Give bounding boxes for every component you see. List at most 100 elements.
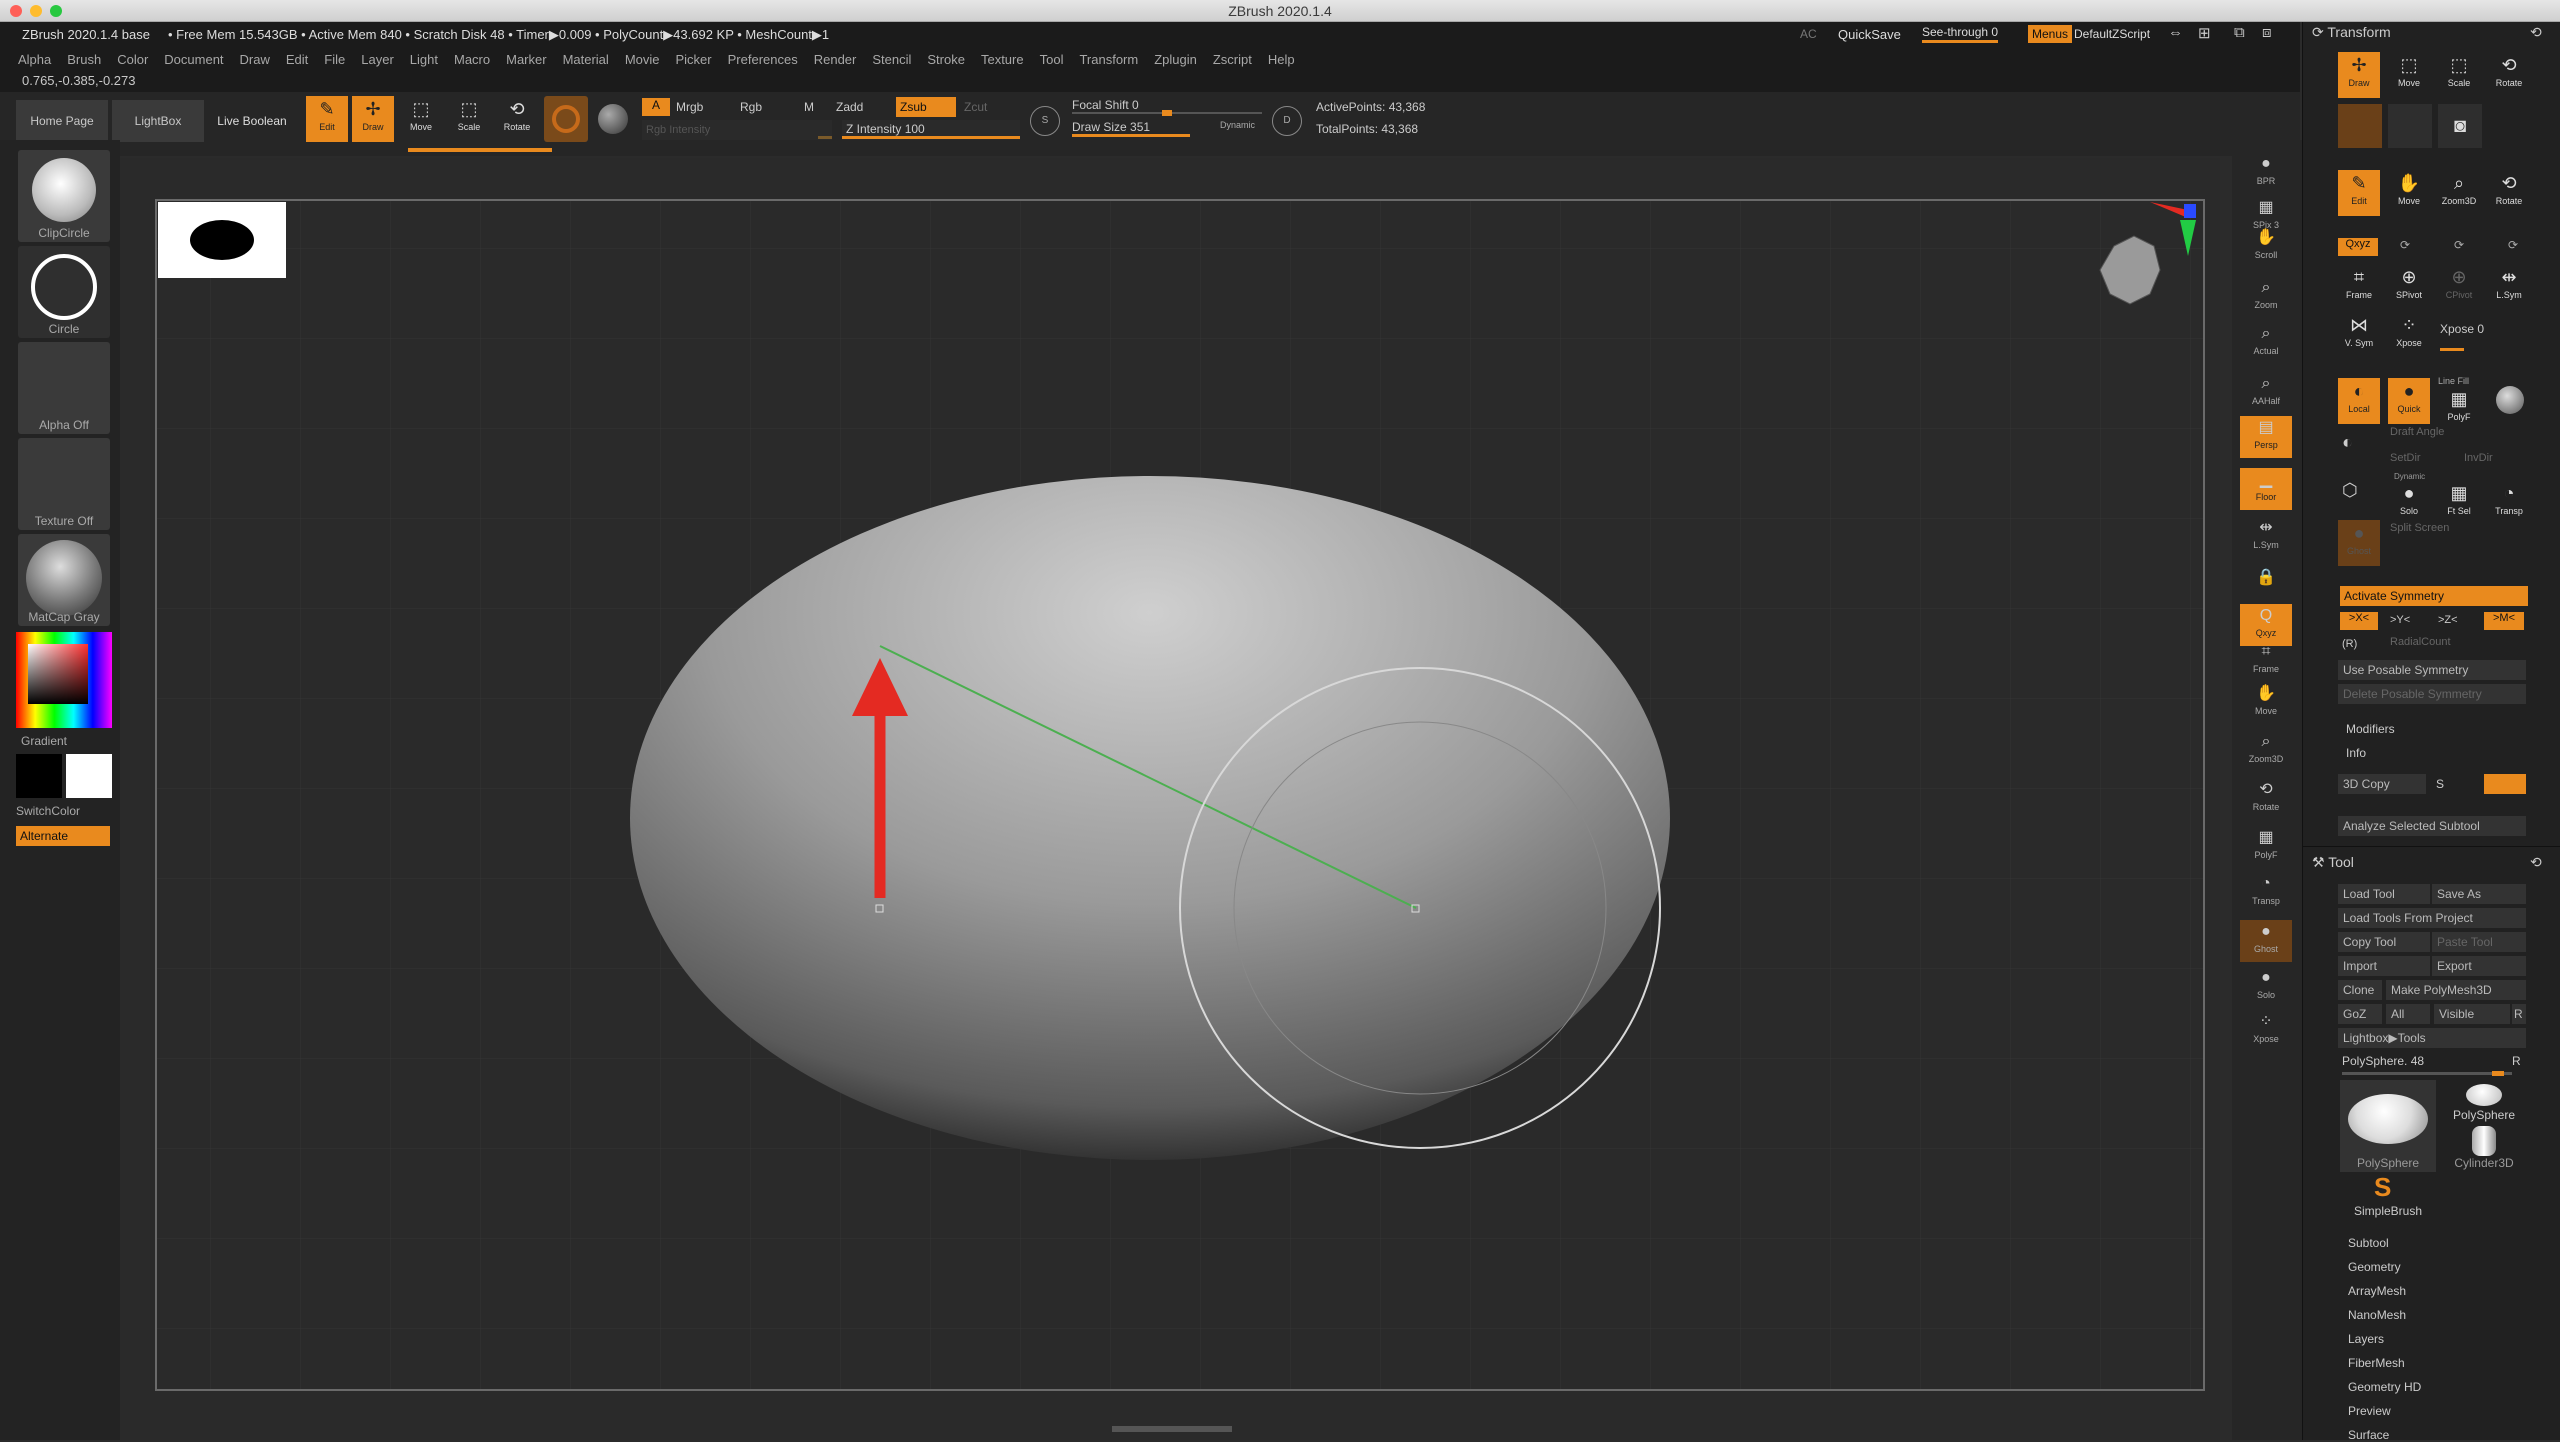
layout-arrows-icon[interactable]: ⇔ [2168,24,2183,41]
lsym-shelf-button[interactable]: ⇹ L.Sym [2240,516,2292,558]
menu-macro[interactable]: Macro [454,52,490,67]
cpivot-button[interactable]: ⊕ CPivot [2438,264,2480,310]
edit-mode-button[interactable]: ✎ Edit [306,96,348,142]
draw-mode-button[interactable]: ✢ Draw [352,96,394,142]
zoom3d-shelf-button[interactable]: ⌕ Zoom3D [2240,730,2292,772]
transp-toggle[interactable]: ◔ Transp [2488,480,2530,526]
menu-brush[interactable]: Brush [67,52,101,67]
solo-toggle[interactable]: ● Solo [2388,480,2430,526]
import-button[interactable]: Import [2338,956,2430,976]
mrgb-toggle[interactable]: Mrgb [676,100,703,114]
color-sphere-button[interactable] [598,104,628,134]
zadd-toggle[interactable]: Zadd [836,100,863,114]
menu-tool[interactable]: Tool [1040,52,1064,67]
actual-shelf-button[interactable]: ⌕ Actual [2240,322,2292,364]
transform-palette-header[interactable]: ⟳ Transform [2312,24,2391,41]
camera-icon[interactable]: ◙ [2438,104,2482,148]
menu-zscript[interactable]: Zscript [1213,52,1252,67]
y-symmetry-toggle[interactable]: >Y< [2390,614,2410,626]
zsub-toggle[interactable]: Zsub [896,97,956,117]
goz-all-button[interactable]: All [2386,1004,2430,1024]
use-posable-symmetry-button[interactable]: Use Posable Symmetry [2338,660,2526,680]
save-as-button[interactable]: Save As [2432,884,2526,904]
see-through-slider[interactable]: See-through 0 [1922,25,1999,43]
menu-preferences[interactable]: Preferences [728,52,798,67]
tool-section-fibermesh[interactable]: FiberMesh [2348,1356,2405,1370]
activate-symmetry-toggle[interactable]: Activate Symmetry [2340,586,2528,606]
copy-tool-button[interactable]: Copy Tool [2338,932,2430,952]
xyz-toggle[interactable]: Qxyz [2338,238,2378,256]
3d-copy-s-toggle[interactable]: S [2436,777,2444,791]
transp-shelf-button[interactable]: ◔ Transp [2240,872,2292,914]
y-axis-icon[interactable]: ⟳ [2400,238,2410,252]
menus-toggle[interactable]: Menus [2028,25,2073,43]
frame-shelf-button[interactable]: ⌗ Frame [2240,640,2292,682]
dynamic-toggle[interactable]: Dynamic [1220,120,1255,130]
linefill-shelf-button[interactable]: ▦ PolyF [2240,826,2292,868]
menu-render[interactable]: Render [814,52,857,67]
x-axis-icon[interactable]: ⟳ [2508,238,2518,252]
cube-icon[interactable]: ⬡ [2342,480,2358,501]
menu-zplugin[interactable]: Zplugin [1154,52,1197,67]
menu-marker[interactable]: Marker [506,52,546,67]
panel-zoom3d-button[interactable]: ⌕ Zoom3D [2438,170,2480,216]
ac-toggle[interactable]: AC [1800,27,1817,41]
menu-stencil[interactable]: Stencil [872,52,911,67]
3d-copy-toggle[interactable] [2484,774,2526,794]
z-intensity-slider[interactable]: Z Intensity 100 [842,120,1020,140]
load-tool-button[interactable]: Load Tool [2338,884,2430,904]
tool-palette-close-icon[interactable]: ⟲ [2530,854,2542,871]
stroke-icon[interactable]: S [1030,106,1060,136]
setdir-button[interactable]: SetDir [2390,452,2421,464]
live-boolean-button[interactable]: Live Boolean [206,100,298,142]
draft-icon[interactable]: ◐ [2342,432,2353,453]
xpose-toggle[interactable]: ⁘ Xpose [2388,312,2430,358]
transform-draw-button[interactable]: ✢ Draw [2338,52,2380,98]
analyze-subtool-button[interactable]: Analyze Selected Subtool [2338,816,2526,836]
tool-section-nanomesh[interactable]: NanoMesh [2348,1308,2406,1322]
menu-texture[interactable]: Texture [981,52,1024,67]
transform-gizmo-button[interactable] [2388,104,2432,148]
zoom-shelf-button[interactable]: ⌕ Zoom [2240,276,2292,318]
tool-section-layers[interactable]: Layers [2348,1332,2384,1346]
vsym-button[interactable]: ⋈ V. Sym [2338,312,2380,358]
ghost-shelf-button[interactable]: ● Ghost [2240,920,2292,962]
goz-visible-button[interactable]: Visible [2434,1004,2510,1024]
menu-alpha[interactable]: Alpha [18,52,51,67]
menu-material[interactable]: Material [563,52,609,67]
menu-edit[interactable]: Edit [286,52,308,67]
focal-shift-slider[interactable]: Focal Shift 0 [1072,96,1262,116]
tool-palette-header[interactable]: ⚒ Tool [2312,854,2354,871]
menu-stroke[interactable]: Stroke [927,52,965,67]
spivot-button[interactable]: ⊕ SPivot [2388,264,2430,310]
goz-button[interactable]: GoZ [2338,1004,2382,1024]
split-screen-toggle[interactable]: Split Screen [2390,522,2449,534]
x-symmetry-toggle[interactable]: >X< [2340,612,2378,630]
quicksave-button[interactable]: QuickSave [1838,27,1901,42]
rgb-intensity-slider[interactable]: Rgb Intensity [642,120,832,140]
current-tool-r-button[interactable]: R [2512,1054,2521,1068]
menu-draw[interactable]: Draw [240,52,270,67]
transform-move-button[interactable]: ⬚ Move [2388,52,2430,98]
radial-toggle[interactable]: (R) [2342,638,2357,650]
tool-section-preview[interactable]: Preview [2348,1404,2391,1418]
m-symmetry-toggle[interactable]: >M< [2484,612,2524,630]
menu-movie[interactable]: Movie [625,52,660,67]
viewport-canvas[interactable] [120,158,2220,1440]
transform-scale-button[interactable]: ⬚ Scale [2438,52,2480,98]
center-icon[interactable]: ⊞ [2198,24,2211,42]
z-axis-icon[interactable]: ⟳ [2454,238,2464,252]
rotate-shelf-button[interactable]: ⟲ Rotate [2240,778,2292,820]
scale-mode-button[interactable]: ⬚ Scale [448,96,490,142]
simplebrush-icon[interactable]: S [2374,1172,2391,1203]
lightbox-tools-button[interactable]: Lightbox▶Tools [2338,1028,2526,1048]
m-toggle[interactable]: M [804,100,814,114]
draw-size-icon[interactable]: D [1272,106,1302,136]
menu-file[interactable]: File [324,52,345,67]
switch-color-button[interactable]: SwitchColor [0,804,108,818]
menu-picker[interactable]: Picker [676,52,712,67]
menu-light[interactable]: Light [410,52,438,67]
tool-section-subtool[interactable]: Subtool [2348,1236,2389,1250]
lightbox-button[interactable]: LightBox [112,100,204,142]
load-tools-from-project-button[interactable]: Load Tools From Project [2338,908,2526,928]
